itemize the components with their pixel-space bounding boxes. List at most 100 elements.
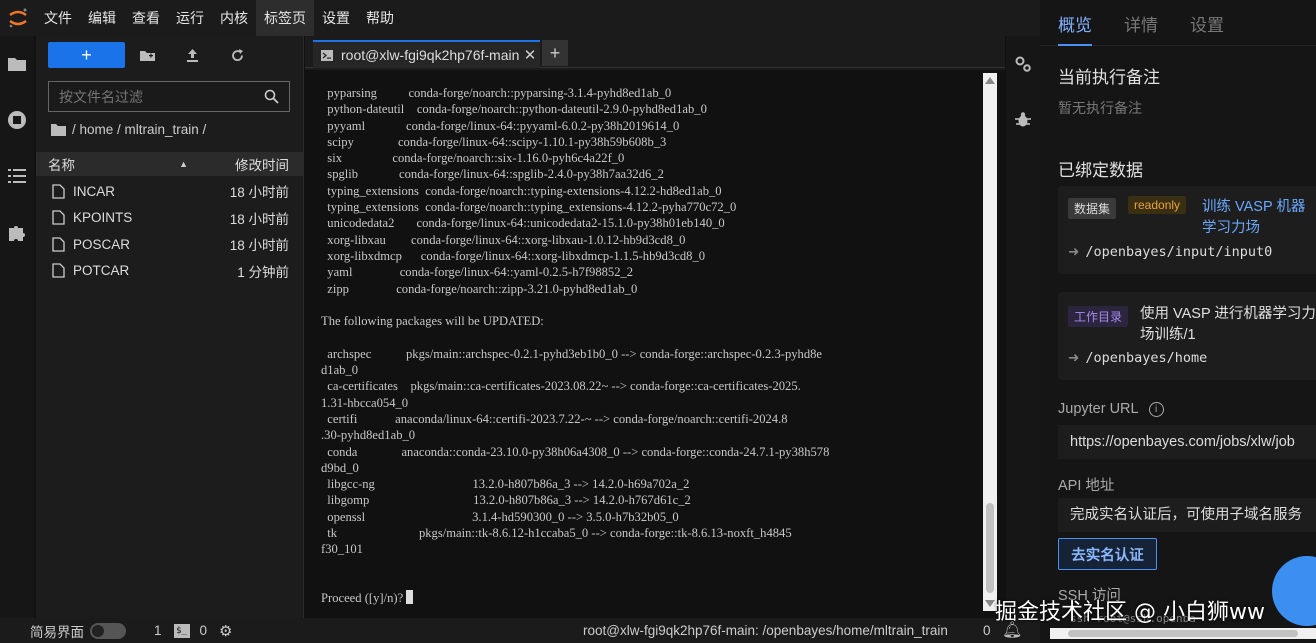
- notification-count[interactable]: 0: [983, 618, 991, 643]
- file-modified: 18 小时前: [229, 185, 289, 201]
- terminal-line: unicodedata2 conda-forge/linux-64::unico…: [321, 216, 725, 231]
- menu-run[interactable]: 运行: [168, 0, 212, 36]
- file-icon: [52, 237, 65, 252]
- breadcrumb-path[interactable]: / home / mltrain_train /: [72, 122, 206, 137]
- terminal-line: libgomp 13.2.0-h807b86a_3 --> 14.2.0-h76…: [321, 493, 691, 508]
- terminal-line: scipy conda-forge/linux-64::scipy-1.10.1…: [321, 134, 667, 149]
- verify-identity-button[interactable]: 去实名认证: [1058, 538, 1157, 570]
- menu-view[interactable]: 查看: [124, 0, 168, 36]
- panel-tabs: 概览 详情 设置: [1040, 0, 1316, 46]
- terminal-line: archspec pkgs/main::archspec-0.2.1-pyhd3…: [321, 346, 823, 361]
- dataset-name-line2[interactable]: 学习力场: [1202, 218, 1305, 239]
- arrow-right-icon: ➜: [1068, 350, 1080, 366]
- menu-tabs[interactable]: 标签页: [256, 0, 314, 36]
- debugger-bug-icon[interactable]: [1006, 92, 1040, 148]
- terminal-line: 1.31-hbcca054_0: [321, 395, 409, 410]
- menu-bar: 文件 编辑 查看 运行 内核 标签页 设置 帮助: [0, 0, 1040, 36]
- dataset-link[interactable]: 训练 VASP 机器 学习力场: [1202, 197, 1305, 239]
- extension-puzzle-icon[interactable]: [0, 204, 34, 260]
- right-sidebar-toolbar: [1006, 36, 1040, 618]
- tab-overview[interactable]: 概览: [1058, 0, 1092, 46]
- scroll-up-icon[interactable]: [985, 77, 995, 84]
- exec-note-empty: 暂无执行备注: [1058, 100, 1142, 116]
- tab-terminal[interactable]: root@xlw-fgi9qk2hp76f-main ✕: [313, 40, 540, 68]
- readonly-badge: readonly: [1128, 196, 1187, 214]
- terminal-line: yaml conda-forge/linux-64::yaml-0.2.5-h7…: [321, 265, 634, 280]
- menu-file[interactable]: 文件: [36, 0, 80, 36]
- close-icon[interactable]: ✕: [520, 46, 540, 64]
- upload-icon[interactable]: [170, 42, 215, 68]
- list-item[interactable]: KPOINTS 18 小时前: [36, 205, 303, 232]
- list-item[interactable]: INCAR 18 小时前: [36, 178, 303, 205]
- dataset-badge: 数据集: [1068, 198, 1117, 219]
- file-icon: [52, 184, 65, 199]
- jupyter-url-label: Jupyter URL: [1058, 401, 1139, 417]
- file-icon: [52, 210, 65, 225]
- dataset-path-row: ➜ /openbayes/input/input0: [1068, 244, 1272, 260]
- folder-icon[interactable]: [51, 123, 66, 136]
- arrow-right-icon: ➜: [1068, 244, 1080, 260]
- workdir-path-row: ➜ /openbayes/home: [1068, 350, 1207, 366]
- running-icon[interactable]: [0, 92, 34, 148]
- refresh-icon[interactable]: [215, 42, 260, 68]
- terminal-scrollbar[interactable]: [983, 73, 997, 611]
- file-name: POTCAR: [73, 263, 130, 279]
- file-filter-field[interactable]: [48, 81, 290, 112]
- status-bar: 简易界面 1 $_ 0 ⚙ root@xlw-fgi9qk2hp76f-main…: [0, 618, 1040, 643]
- property-inspector-icon[interactable]: [1006, 36, 1040, 92]
- command-palette-icon[interactable]: [0, 148, 34, 204]
- terminal-line: The following packages will be UPDATED:: [321, 314, 544, 329]
- column-name-label: 名称: [48, 158, 75, 173]
- terminal-output[interactable]: pyparsing conda-forge/noarch::pyparsing-…: [321, 85, 981, 607]
- terminal-line: python-dateutil conda-forge/noarch::pyth…: [321, 102, 707, 117]
- folder-icon[interactable]: [0, 36, 34, 92]
- file-modified: 1 分钟前: [237, 264, 289, 280]
- tab-details[interactable]: 详情: [1124, 0, 1158, 46]
- terminal-line: .30-pyhd8ed1ab_0: [321, 428, 416, 443]
- terminal-line: typing_extensions conda-forge/noarch::ty…: [321, 200, 737, 215]
- api-label: API 地址: [1058, 478, 1115, 494]
- jupyter-url-field[interactable]: https://openbayes.com/jobs/xlw/job: [1058, 425, 1316, 459]
- dataset-card: 数据集 readonly 训练 VASP 机器 学习力场 ➜ /openbaye…: [1058, 186, 1316, 274]
- workdir-name: 使用 VASP 进行机器学习力 场训练/1: [1140, 304, 1316, 346]
- menu-help[interactable]: 帮助: [358, 0, 402, 36]
- menu-settings[interactable]: 设置: [314, 0, 358, 36]
- column-modified-header[interactable]: 修改时间: [196, 154, 303, 174]
- terminal-count[interactable]: 0: [200, 623, 208, 638]
- terminal-body[interactable]: pyparsing conda-forge/noarch::pyparsing-…: [305, 70, 1005, 618]
- file-browser-toolbar: +: [48, 42, 260, 68]
- new-launcher-button[interactable]: +: [48, 42, 125, 68]
- sort-caret-up-icon: ▲: [179, 159, 188, 169]
- file-filter-input[interactable]: [59, 88, 264, 105]
- menu-edit[interactable]: 编辑: [80, 0, 124, 36]
- terminal-line: xorg-libxdmcp conda-forge/linux-64::xorg…: [321, 248, 706, 263]
- terminal-line: d9bd_0: [321, 460, 359, 475]
- scrollbar-thumb[interactable]: [1068, 630, 1298, 637]
- add-tab-button[interactable]: +: [542, 40, 568, 66]
- column-name-header[interactable]: 名称 ▲: [36, 154, 196, 174]
- workdir-name-line1: 使用 VASP 进行机器学习力: [1140, 306, 1316, 322]
- new-folder-icon[interactable]: [125, 42, 170, 68]
- info-icon[interactable]: i: [1148, 401, 1164, 417]
- kernel-count[interactable]: 1: [154, 623, 162, 638]
- dataset-name-line1[interactable]: 训练 VASP 机器: [1202, 197, 1305, 218]
- horizontal-scrollbar[interactable]: [1050, 628, 1316, 639]
- settings-gear-icon[interactable]: ⚙: [219, 622, 232, 640]
- right-info-panel: 概览 详情 设置 当前执行备注 暂无执行备注 已绑定数据 数据集 readonl…: [1040, 0, 1316, 643]
- simple-mode-toggle[interactable]: [90, 622, 126, 639]
- activity-bar: [0, 36, 34, 618]
- tab-settings[interactable]: 设置: [1190, 0, 1224, 46]
- list-item[interactable]: POSCAR 18 小时前: [36, 231, 303, 258]
- terminal-line: spglib conda-forge/linux-64::spglib-2.4.…: [321, 167, 664, 182]
- list-item[interactable]: POTCAR 1 分钟前: [36, 258, 303, 285]
- watermark: 掘金技术社区 @ 小白狮ww: [995, 600, 1265, 625]
- menu-kernel[interactable]: 内核: [212, 0, 256, 36]
- terminal-status-icon: $_: [173, 623, 190, 638]
- terminal-line: certifi anaconda/linux-64::certifi-2023.…: [321, 411, 788, 426]
- terminal-icon: [321, 49, 333, 61]
- tab-bar: root@xlw-fgi9qk2hp76f-main ✕ +: [305, 36, 1005, 68]
- terminal-line: xorg-libxau conda-forge/linux-64::xorg-l…: [321, 232, 686, 247]
- file-modified: 18 小时前: [229, 238, 289, 254]
- scrollbar-thumb[interactable]: [986, 503, 994, 593]
- scroll-down-icon[interactable]: [985, 600, 995, 607]
